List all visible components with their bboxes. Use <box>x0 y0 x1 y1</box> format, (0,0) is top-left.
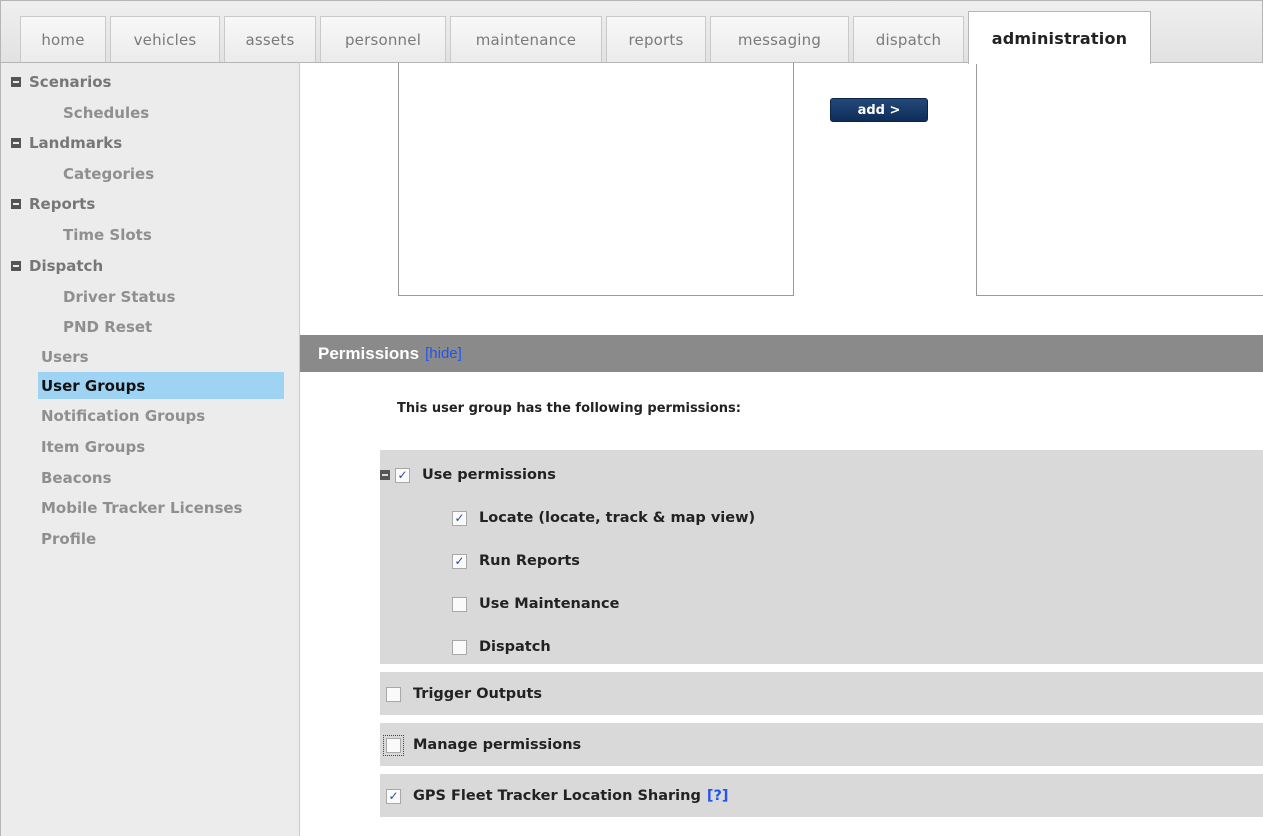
available-members-list[interactable] <box>398 63 794 296</box>
sidebar-item-categories[interactable]: Categories <box>63 160 154 187</box>
manage-permissions-section: Manage permissions <box>380 723 1263 766</box>
use-permissions-checkbox[interactable]: ✓ <box>395 467 410 483</box>
sidebar-group-label: Scenarios <box>29 72 112 91</box>
trigger-outputs-row: Trigger Outputs <box>386 681 542 707</box>
permission-row-use-maintenance: Use Maintenance <box>452 591 619 617</box>
sidebar-group-label: Landmarks <box>29 133 123 152</box>
tab-assets[interactable]: assets <box>224 16 316 62</box>
use-permissions-section: ✓ Use permissions ✓ Locate (locate, trac… <box>380 450 1263 664</box>
location-sharing-section: ✓ GPS Fleet Tracker Location Sharing [?] <box>380 774 1263 817</box>
sidebar-group-dispatch[interactable]: Dispatch <box>11 252 103 279</box>
tab-home[interactable]: home <box>20 16 106 62</box>
tab-messaging[interactable]: messaging <box>710 16 849 62</box>
permission-row-locate: ✓ Locate (locate, track & map view) <box>452 505 755 531</box>
permission-row-dispatch: Dispatch <box>452 634 551 660</box>
main-nav-tabs: home vehicles assets personnel maintenan… <box>0 0 1263 64</box>
tab-personnel[interactable]: personnel <box>320 16 446 62</box>
tab-dispatch[interactable]: dispatch <box>853 16 964 62</box>
permission-label: Locate (locate, track & map view) <box>479 510 756 526</box>
sidebar-item-beacons[interactable]: Beacons <box>41 464 112 491</box>
location-sharing-checkbox[interactable]: ✓ <box>386 788 401 804</box>
sidebar-group-label: Dispatch <box>29 256 104 275</box>
run-reports-checkbox[interactable]: ✓ <box>452 553 467 569</box>
location-sharing-row: ✓ GPS Fleet Tracker Location Sharing [?] <box>386 783 729 809</box>
tab-administration[interactable]: administration <box>968 11 1151 64</box>
permission-row-run-reports: ✓ Run Reports <box>452 548 580 574</box>
collapse-icon[interactable] <box>11 137 21 148</box>
add-button[interactable]: add > <box>830 98 928 122</box>
collapse-icon[interactable] <box>11 76 21 87</box>
main-content: add > Permissions [hide] This user group… <box>300 62 1263 836</box>
help-link[interactable]: [?] <box>707 788 729 804</box>
sidebar-item-pnd-reset[interactable]: PND Reset <box>63 313 152 340</box>
permission-label: Dispatch <box>479 639 551 655</box>
sidebar-item-users[interactable]: Users <box>41 343 89 370</box>
sidebar-group-reports[interactable]: Reports <box>11 190 95 217</box>
sidebar-item-time-slots[interactable]: Time Slots <box>63 221 152 248</box>
manage-permissions-checkbox[interactable] <box>383 734 404 756</box>
permissions-header: Permissions [hide] <box>300 335 1263 372</box>
permissions-intro: This user group has the following permis… <box>397 401 741 416</box>
trigger-outputs-checkbox[interactable] <box>386 686 401 702</box>
trigger-outputs-label: Trigger Outputs <box>413 686 543 702</box>
location-sharing-label: GPS Fleet Tracker Location Sharing <box>413 788 701 804</box>
hide-permissions-link[interactable]: [hide] <box>425 345 462 362</box>
use-maintenance-checkbox[interactable] <box>452 596 467 612</box>
sidebar-group-landmarks[interactable]: Landmarks <box>11 129 122 156</box>
collapse-icon[interactable] <box>11 260 21 271</box>
trigger-outputs-section: Trigger Outputs <box>380 672 1263 715</box>
permissions-title: Permissions <box>318 343 420 363</box>
sidebar-item-notification-groups[interactable]: Notification Groups <box>41 402 205 429</box>
admin-sidebar: Scenarios Schedules Landmarks Categories… <box>0 62 300 836</box>
tab-reports[interactable]: reports <box>606 16 706 62</box>
tab-vehicles[interactable]: vehicles <box>110 16 220 62</box>
sidebar-item-profile[interactable]: Profile <box>41 525 96 552</box>
sidebar-item-user-groups[interactable]: User Groups <box>38 372 284 399</box>
sidebar-group-label: Reports <box>29 194 96 213</box>
manage-permissions-label: Manage permissions <box>413 737 582 753</box>
permission-label: Run Reports <box>479 553 580 569</box>
dispatch-checkbox[interactable] <box>452 639 467 655</box>
selected-members-list[interactable] <box>976 63 1263 296</box>
use-permissions-label: Use permissions <box>422 467 556 483</box>
tab-maintenance[interactable]: maintenance <box>450 16 602 62</box>
manage-permissions-row: Manage permissions <box>383 732 582 758</box>
sidebar-item-schedules[interactable]: Schedules <box>63 99 149 126</box>
use-permissions-row: ✓ Use permissions <box>380 462 556 488</box>
collapse-icon[interactable] <box>11 198 21 209</box>
sidebar-item-mobile-tracker-licenses[interactable]: Mobile Tracker Licenses <box>41 494 242 521</box>
sidebar-group-scenarios[interactable]: Scenarios <box>11 68 111 95</box>
collapse-icon[interactable] <box>380 470 390 480</box>
locate-checkbox[interactable]: ✓ <box>452 510 467 526</box>
sidebar-item-item-groups[interactable]: Item Groups <box>41 433 145 460</box>
sidebar-item-driver-status[interactable]: Driver Status <box>63 283 175 310</box>
permission-label: Use Maintenance <box>479 596 620 612</box>
